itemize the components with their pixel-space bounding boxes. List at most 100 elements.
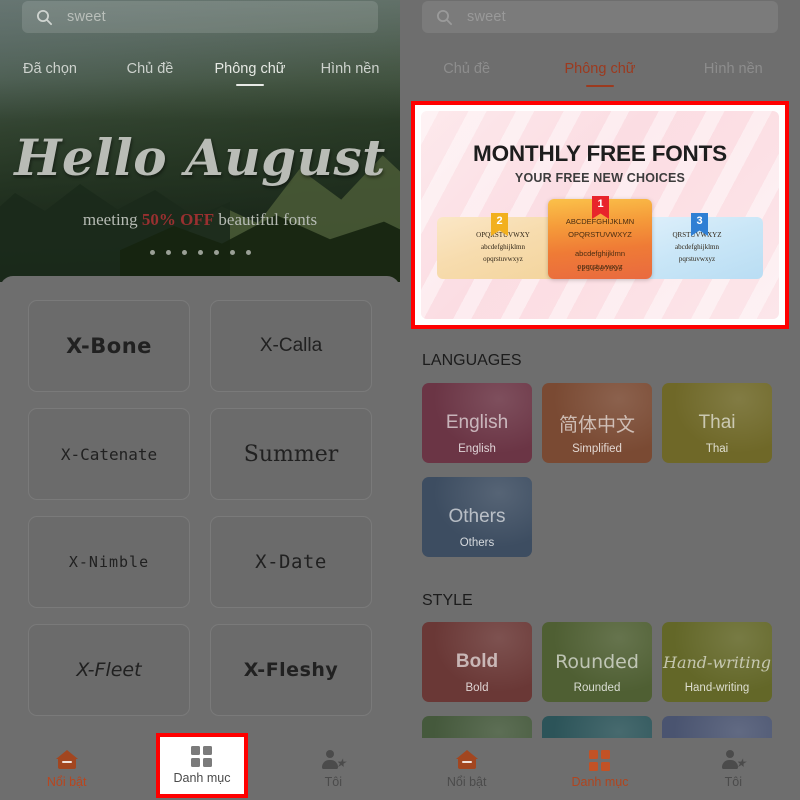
- carousel-dot[interactable]: [213, 250, 219, 255]
- carousel-dot[interactable]: [165, 250, 171, 255]
- tab-phong-chu[interactable]: Phông chữ: [533, 61, 666, 87]
- nav-item-toi[interactable]: ★ Tôi: [267, 749, 400, 789]
- tab-underline: [585, 84, 614, 87]
- tab-chu-de[interactable]: Chủ đề: [400, 61, 533, 77]
- card-subtitle: English: [458, 443, 496, 455]
- nav-item-noi-bat[interactable]: Nổi bật: [400, 749, 533, 789]
- nav-item-toi[interactable]: ★ Tôi: [667, 749, 800, 789]
- grid-icon: [191, 746, 213, 767]
- font-name: Summer: [243, 441, 339, 467]
- card-subtitle: Bold: [465, 682, 489, 694]
- nav-label: Tôi: [724, 774, 742, 789]
- nav-item-danh-muc[interactable]: Danh mục: [533, 749, 666, 789]
- highlight-box-promo-banner: MONTHLY FREE FONTS YOUR FREE NEW CHOICES…: [411, 101, 789, 329]
- nav-label: Nổi bật: [446, 774, 487, 789]
- carousel-dots[interactable]: [0, 250, 400, 255]
- category-tabs: Đã chọn Chủ đề Phông chữ Hình nền: [0, 52, 400, 86]
- hero-subtitle: meeting 50% OFF beautiful fonts: [0, 210, 400, 230]
- carousel-dot[interactable]: [149, 250, 155, 255]
- carousel-dot[interactable]: [229, 250, 235, 255]
- tab-label: Chủ đề: [443, 61, 491, 77]
- promo-title: MONTHLY FREE FONTS: [473, 141, 727, 166]
- card-subtitle: Others: [459, 537, 495, 549]
- promo-banner[interactable]: MONTHLY FREE FONTS YOUR FREE NEW CHOICES…: [421, 111, 779, 319]
- tab-hinh-nen[interactable]: Hình nền: [300, 61, 400, 77]
- font-card[interactable]: X-Bone: [28, 300, 190, 392]
- search-bar[interactable]: sweet: [22, 1, 378, 33]
- hero-title: Hello August: [14, 128, 386, 187]
- card-subtitle: Rounded: [573, 682, 621, 694]
- nav-label: Danh mục: [571, 774, 629, 789]
- highlight-box-danh-muc: Danh mục: [156, 733, 248, 798]
- search-icon: [36, 9, 53, 25]
- style-card-bold[interactable]: Bold Bold: [422, 622, 532, 702]
- font-card[interactable]: X-Fleshy: [210, 624, 372, 716]
- promo-card-digits: 1234567890: [576, 266, 624, 273]
- tab-hinh-nen[interactable]: Hình nền: [667, 61, 800, 77]
- tab-chu-de[interactable]: Chủ đề: [100, 61, 200, 77]
- card-subtitle: Hand-writing: [684, 682, 750, 694]
- tab-label: Đã chọn: [22, 61, 77, 77]
- promo-card-line3: abcdefghijklmn: [574, 249, 626, 258]
- tab-phong-chu[interactable]: Phông chữ: [200, 61, 300, 86]
- promo-card-line1: ABCDEFGHIJKLMN: [565, 217, 635, 226]
- carousel-dot-active[interactable]: [197, 250, 203, 255]
- tab-label: Chủ đề: [126, 61, 174, 77]
- hero-promo-text: 50% OFF: [141, 210, 215, 229]
- font-name: X-Nimble: [68, 553, 150, 571]
- section-heading-style: STYLE: [422, 592, 473, 609]
- language-card-simplified-chinese[interactable]: 简体中文 Simplified: [542, 383, 652, 463]
- carousel-dot[interactable]: [181, 250, 187, 255]
- languages-grid: English English 简体中文 Simplified Thai Tha…: [422, 383, 772, 557]
- font-grid: X-Bone X-Calla X-Catenate Summer X-Nimbl…: [28, 300, 372, 716]
- font-card[interactable]: X-Calla: [210, 300, 372, 392]
- profile-star-icon: ★: [721, 749, 746, 770]
- search-icon: [436, 9, 453, 25]
- tab-label: Phông chữ: [214, 61, 286, 77]
- font-card[interactable]: X-Fleet: [28, 624, 190, 716]
- search-input[interactable]: sweet: [67, 9, 106, 25]
- language-card-others[interactable]: Others Others: [422, 477, 532, 557]
- home-icon: [55, 749, 78, 770]
- home-icon: [455, 749, 478, 770]
- font-name: X-Date: [255, 551, 327, 573]
- style-card-rounded[interactable]: Rounded Rounded: [542, 622, 652, 702]
- font-name: X-Fleshy: [243, 659, 339, 681]
- font-name: X-Fleet: [76, 659, 142, 681]
- promo-card-lines: ABCDEFGHIJKLMN OPQRSTUVWXYZ abcdefghijkl…: [548, 215, 652, 273]
- hero-sub-after: beautiful fonts: [218, 210, 318, 229]
- card-subtitle: Thai: [705, 443, 729, 455]
- search-input[interactable]: sweet: [467, 9, 506, 25]
- screenshot-root: sweet Đã chọn Chủ đề Phông chữ Hình nền …: [0, 0, 800, 800]
- language-card-thai[interactable]: Thai Thai: [662, 383, 772, 463]
- tab-label: Hình nền: [320, 61, 380, 77]
- carousel-dot[interactable]: [245, 250, 251, 255]
- font-card[interactable]: X-Date: [210, 516, 372, 608]
- promo-font-cards: OPQRSTUVWXY abcdefghijklmn opqrstuvwxyz …: [421, 196, 779, 279]
- font-card[interactable]: X-Nimble: [28, 516, 190, 608]
- font-name: X-Calla: [259, 335, 323, 356]
- tab-label: Phông chữ: [564, 61, 636, 77]
- profile-star-icon: ★: [321, 749, 346, 770]
- category-tabs: Chủ đề Phông chữ Hình nền: [400, 52, 800, 87]
- grid-icon: [588, 749, 611, 771]
- left-phone-screen: sweet Đã chọn Chủ đề Phông chữ Hình nền …: [0, 0, 400, 800]
- font-name: X-Catenate: [60, 444, 158, 464]
- nav-label: Danh mục: [173, 771, 231, 785]
- font-card[interactable]: X-Catenate: [28, 408, 190, 500]
- hero-sub-before: meeting: [82, 210, 138, 229]
- language-card-english[interactable]: English English: [422, 383, 532, 463]
- nav-item-noi-bat[interactable]: Nổi bật: [0, 749, 133, 789]
- nav-label: Tôi: [324, 774, 342, 789]
- tab-underline: [236, 83, 264, 86]
- tab-da-chon[interactable]: Đã chọn: [0, 61, 100, 77]
- font-card[interactable]: Summer: [210, 408, 372, 500]
- search-bar[interactable]: sweet: [422, 1, 778, 33]
- font-name: X-Bone: [66, 334, 152, 358]
- promo-card-line2: OPQRSTUVWXYZ: [568, 230, 632, 239]
- style-card-hand-writing[interactable]: Hand-writing Hand-writing: [662, 622, 772, 702]
- font-list-sheet: X-Bone X-Calla X-Catenate Summer X-Nimbl…: [0, 276, 400, 800]
- promo-subtitle: YOUR FREE NEW CHOICES: [514, 171, 686, 185]
- card-subtitle: Simplified: [572, 443, 622, 455]
- bottom-navigation: Nổi bật Danh mục ★ Tôi: [400, 738, 800, 800]
